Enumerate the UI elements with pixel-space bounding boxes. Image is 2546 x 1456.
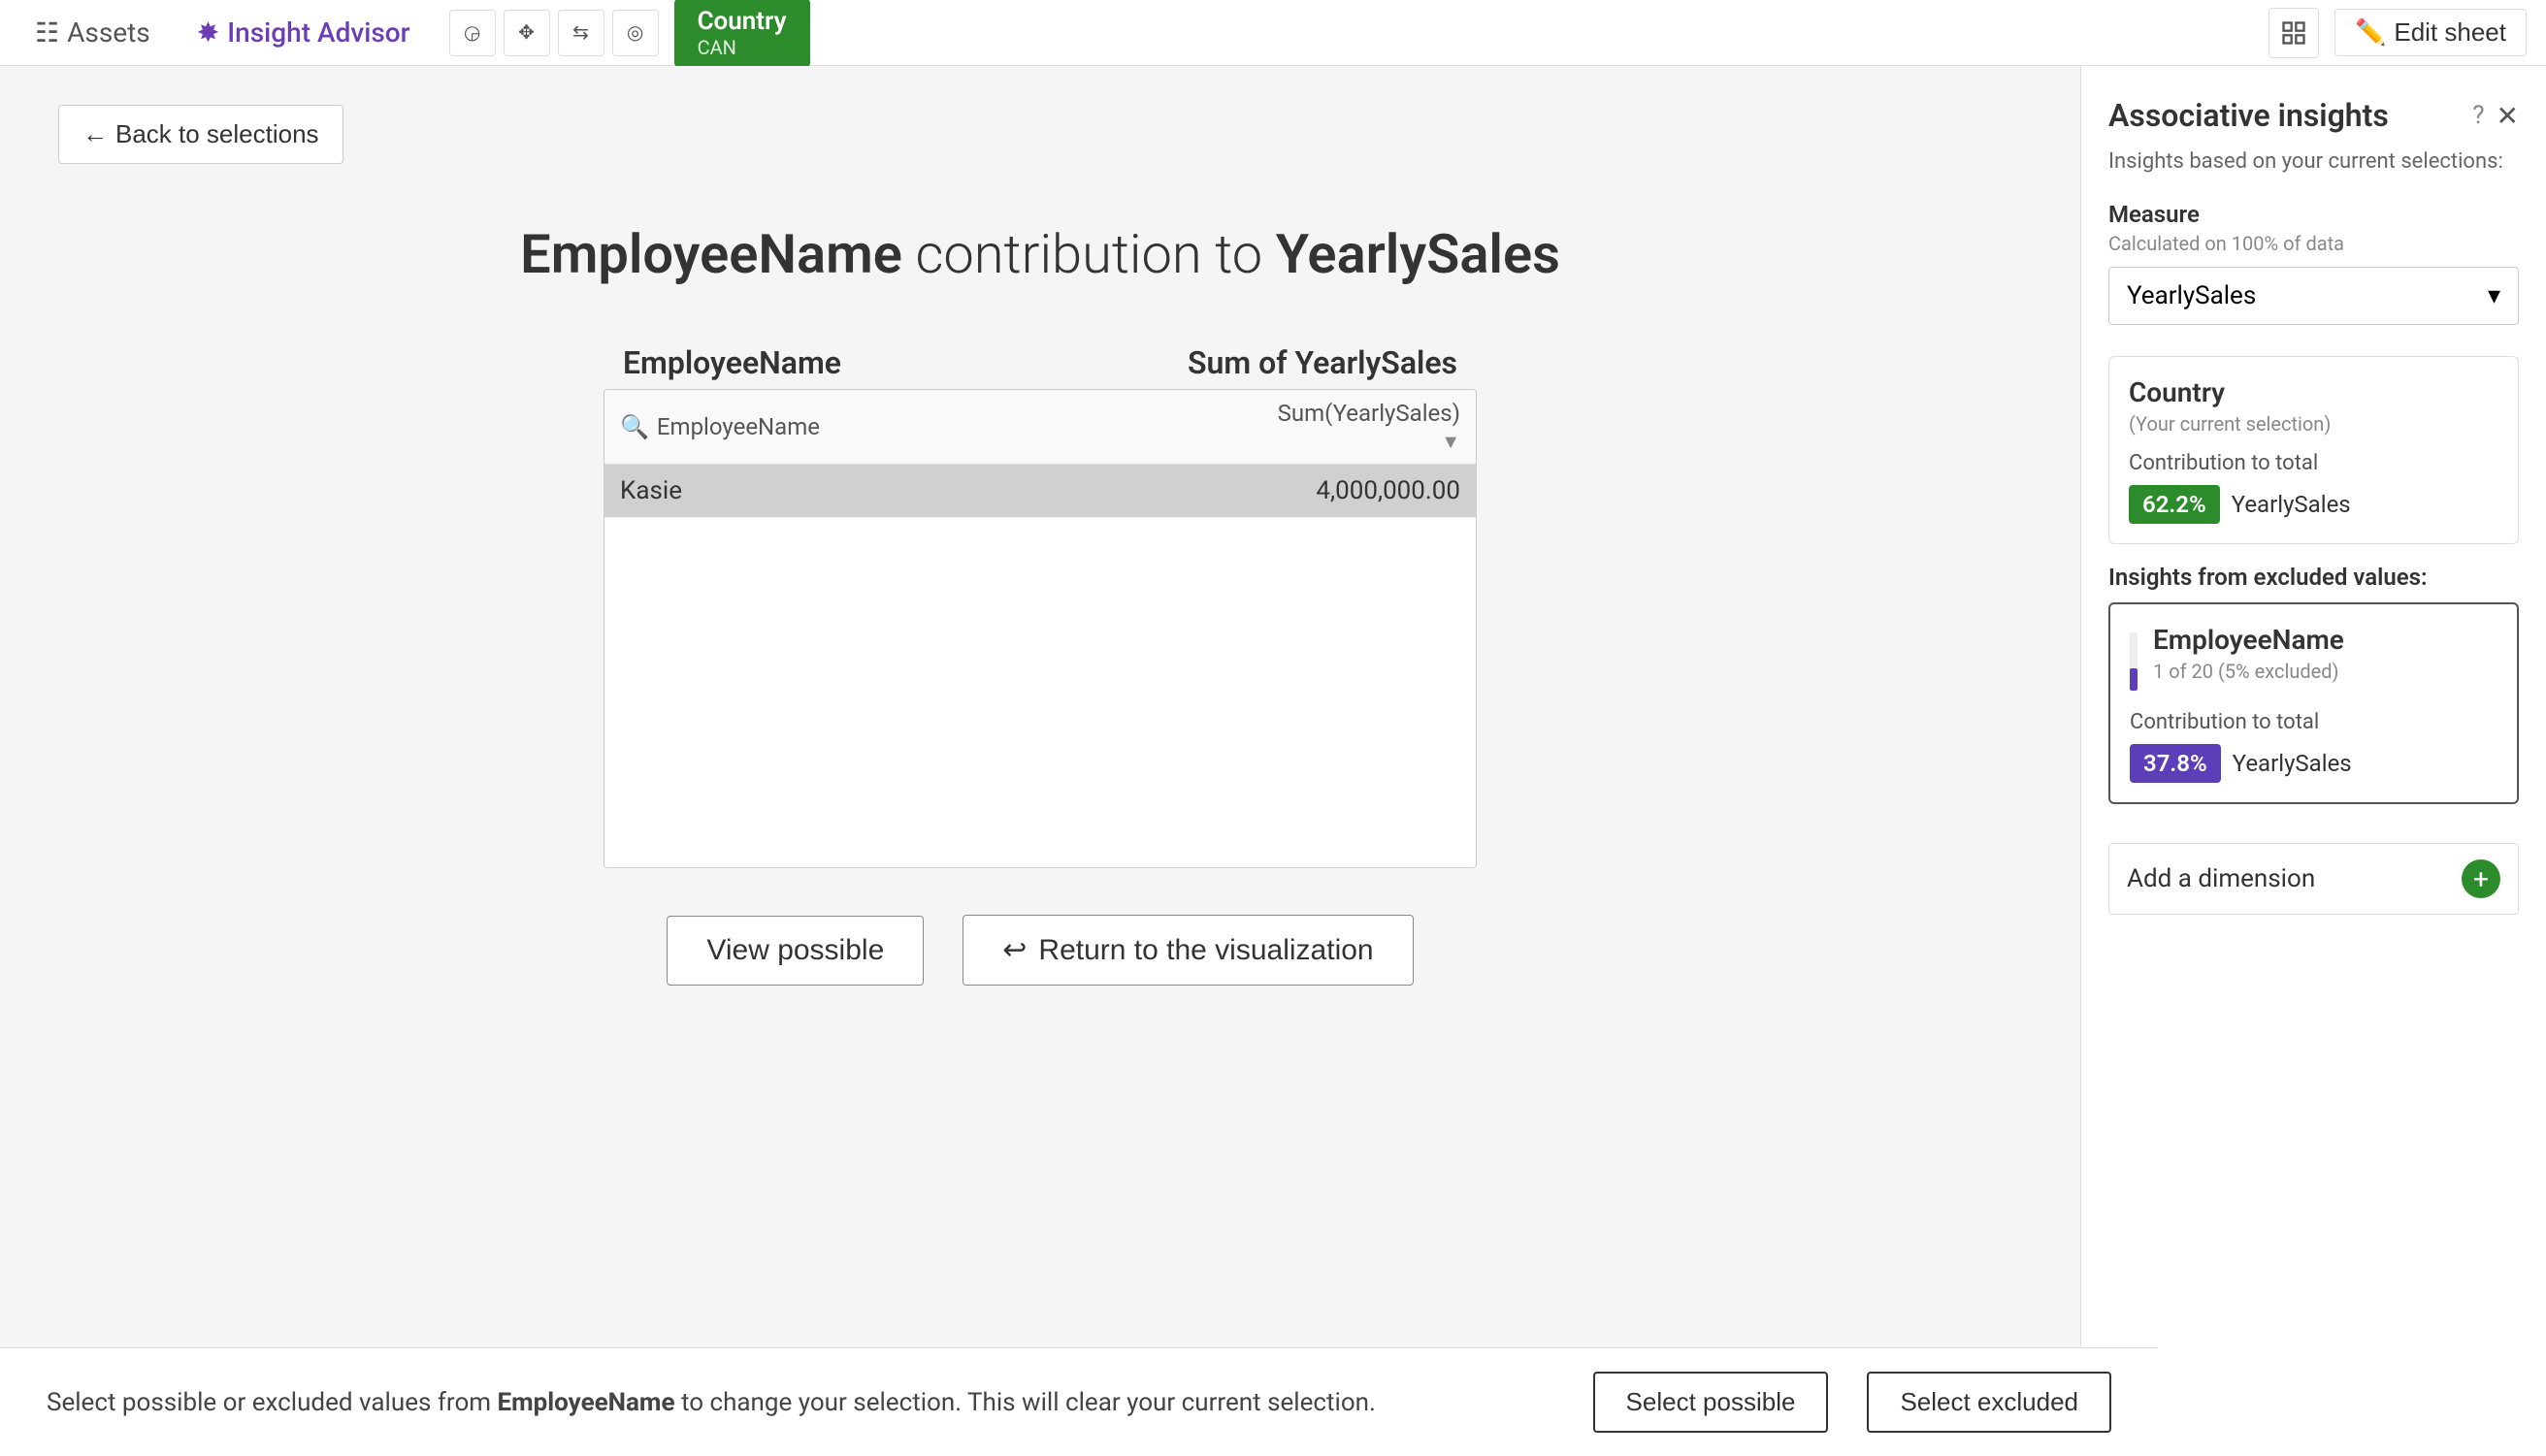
circle-dash-icon[interactable]: ◎ [612, 10, 659, 56]
edit-sheet-label: Edit sheet [2394, 17, 2506, 48]
table-empty-area [604, 518, 1476, 867]
assets-label: Assets [67, 16, 150, 49]
table-toolbar: 🔍 EmployeeName Sum(YearlySales) ▼ [604, 390, 1476, 465]
title-yearlysales: YearlySales [1276, 222, 1560, 286]
table-col-left-header: EmployeeName [623, 344, 1147, 381]
back-button-label: Back to selections [115, 119, 319, 149]
add-dimension-label: Add a dimension [2127, 864, 2315, 893]
return-arrow-icon: ↩ [1002, 933, 1027, 967]
insight-advisor-label: Insight Advisor [227, 16, 409, 49]
sidebar-subtitle: Insights based on your current selection… [2108, 149, 2519, 174]
topbar: ☷ Assets ✸ Insight Advisor ◶ ✥ ⇆ ◎ Count… [0, 0, 2546, 66]
measure-sublabel: Calculated on 100% of data [2108, 232, 2519, 255]
edit-sheet-button[interactable]: ✏️ Edit sheet [2334, 9, 2527, 56]
excluded-card-title: EmployeeName [2153, 624, 2344, 656]
notification-text-after: to change your selection. This will clea… [675, 1388, 1376, 1417]
title-middle: contribution to [902, 222, 1276, 286]
smart-search-icon[interactable]: ◶ [449, 10, 496, 56]
topbar-right-group: ✏️ Edit sheet [2269, 8, 2527, 58]
notification-text: Select possible or excluded values from … [47, 1388, 1554, 1417]
excluded-section-label: Insights from excluded values: [2108, 564, 2519, 591]
assets-icon: ☷ [35, 16, 59, 49]
table-col-right-label: Sum(YearlySales) ▼ [1266, 400, 1460, 454]
green-badge-label: YearlySales [2232, 491, 2351, 518]
excluded-contribution-label: Contribution to total [2130, 710, 2497, 734]
table-headers: EmployeeName Sum of YearlySales [604, 344, 1477, 381]
grid-view-icon[interactable] [2269, 8, 2319, 58]
table-cell-value: 4,000,000.00 [1266, 476, 1460, 505]
measure-dropdown[interactable]: YearlySales ▾ [2108, 267, 2519, 325]
country-filter-tab[interactable]: Country CAN [674, 0, 810, 67]
data-table: 🔍 EmployeeName Sum(YearlySales) ▼ Kasie … [604, 389, 1477, 868]
bottom-notification: Select possible or excluded values from … [0, 1347, 2158, 1456]
table-search-field[interactable]: 🔍 EmployeeName [620, 413, 1266, 440]
country-contribution-label: Contribution to total [2129, 451, 2498, 475]
excluded-card-info: EmployeeName 1 of 20 (5% excluded) [2153, 624, 2344, 698]
search-icon: 🔍 [620, 413, 649, 440]
country-card: Country (Your current selection) Contrib… [2108, 356, 2519, 544]
notification-text-before: Select possible or excluded values from [47, 1388, 498, 1417]
back-arrow-icon: ← [82, 119, 108, 149]
view-possible-button[interactable]: View possible [667, 916, 924, 986]
notification-field-name: EmployeeName [498, 1388, 675, 1417]
country-tab-value: CAN [698, 36, 787, 59]
insight-icon: ✸ [197, 16, 219, 49]
bottom-actions: View possible ↩ Return to the visualizat… [667, 915, 1413, 986]
table-section: EmployeeName Sum of YearlySales 🔍 Employ… [58, 344, 2022, 1456]
country-card-subtitle: (Your current selection) [2129, 412, 2498, 436]
swap-icon[interactable]: ⇆ [558, 10, 604, 56]
search-placeholder: EmployeeName [657, 413, 820, 440]
back-to-selections-button[interactable]: ← Back to selections [58, 105, 343, 164]
excluded-badge-row: 37.8% YearlySales [2130, 744, 2497, 783]
excluded-card[interactable]: EmployeeName 1 of 20 (5% excluded) Contr… [2108, 602, 2519, 804]
select-possible-button[interactable]: Select possible [1593, 1372, 1829, 1433]
topbar-icons-group: ◶ ✥ ⇆ ◎ [449, 10, 659, 56]
purple-badge-label: YearlySales [2233, 750, 2352, 777]
main-layout: ← Back to selections EmployeeName contri… [0, 66, 2546, 1456]
country-card-title: Country [2129, 376, 2498, 408]
add-dimension-icon: + [2462, 859, 2500, 898]
page-title: EmployeeName contribution to YearlySales [58, 222, 2022, 286]
mini-bar-fill [2130, 668, 2138, 691]
table-cell-name: Kasie [620, 476, 1266, 505]
title-employeename: EmployeeName [520, 222, 902, 286]
close-sidebar-button[interactable]: ✕ [2497, 100, 2519, 132]
right-sidebar: Associative insights ? ✕ Insights based … [2080, 66, 2546, 1456]
sidebar-title: Associative insights [2108, 97, 2389, 134]
sidebar-header: Associative insights ? ✕ [2108, 97, 2519, 134]
return-to-visualization-button[interactable]: ↩ Return to the visualization [963, 915, 1413, 986]
purple-badge: 37.8% [2130, 744, 2221, 783]
table-row[interactable]: Kasie 4,000,000.00 [604, 465, 1476, 518]
country-badge-row: 62.2% YearlySales [2129, 485, 2498, 524]
measure-label: Measure [2108, 201, 2519, 228]
help-icon[interactable]: ? [2472, 101, 2484, 130]
table-col-right-header: Sum of YearlySales [1147, 344, 1457, 381]
assets-tab[interactable]: ☷ Assets [19, 9, 166, 56]
add-dimension-row[interactable]: Add a dimension + [2108, 843, 2519, 915]
mini-bar [2130, 632, 2138, 691]
select-excluded-button[interactable]: Select excluded [1867, 1372, 2111, 1433]
excluded-chart-area: EmployeeName 1 of 20 (5% excluded) [2130, 624, 2497, 698]
chevron-down-icon: ▾ [2488, 281, 2500, 310]
pencil-icon: ✏️ [2355, 17, 2386, 48]
measure-value: YearlySales [2127, 281, 2256, 310]
insight-advisor-tab[interactable]: ✸ Insight Advisor [181, 9, 426, 56]
green-badge: 62.2% [2129, 485, 2220, 524]
content-area: ← Back to selections EmployeeName contri… [0, 66, 2080, 1456]
country-tab-name: Country [698, 7, 787, 36]
sort-icon: ▼ [1441, 430, 1460, 453]
expand-icon[interactable]: ✥ [504, 10, 550, 56]
excluded-card-subtitle: 1 of 20 (5% excluded) [2153, 660, 2344, 683]
